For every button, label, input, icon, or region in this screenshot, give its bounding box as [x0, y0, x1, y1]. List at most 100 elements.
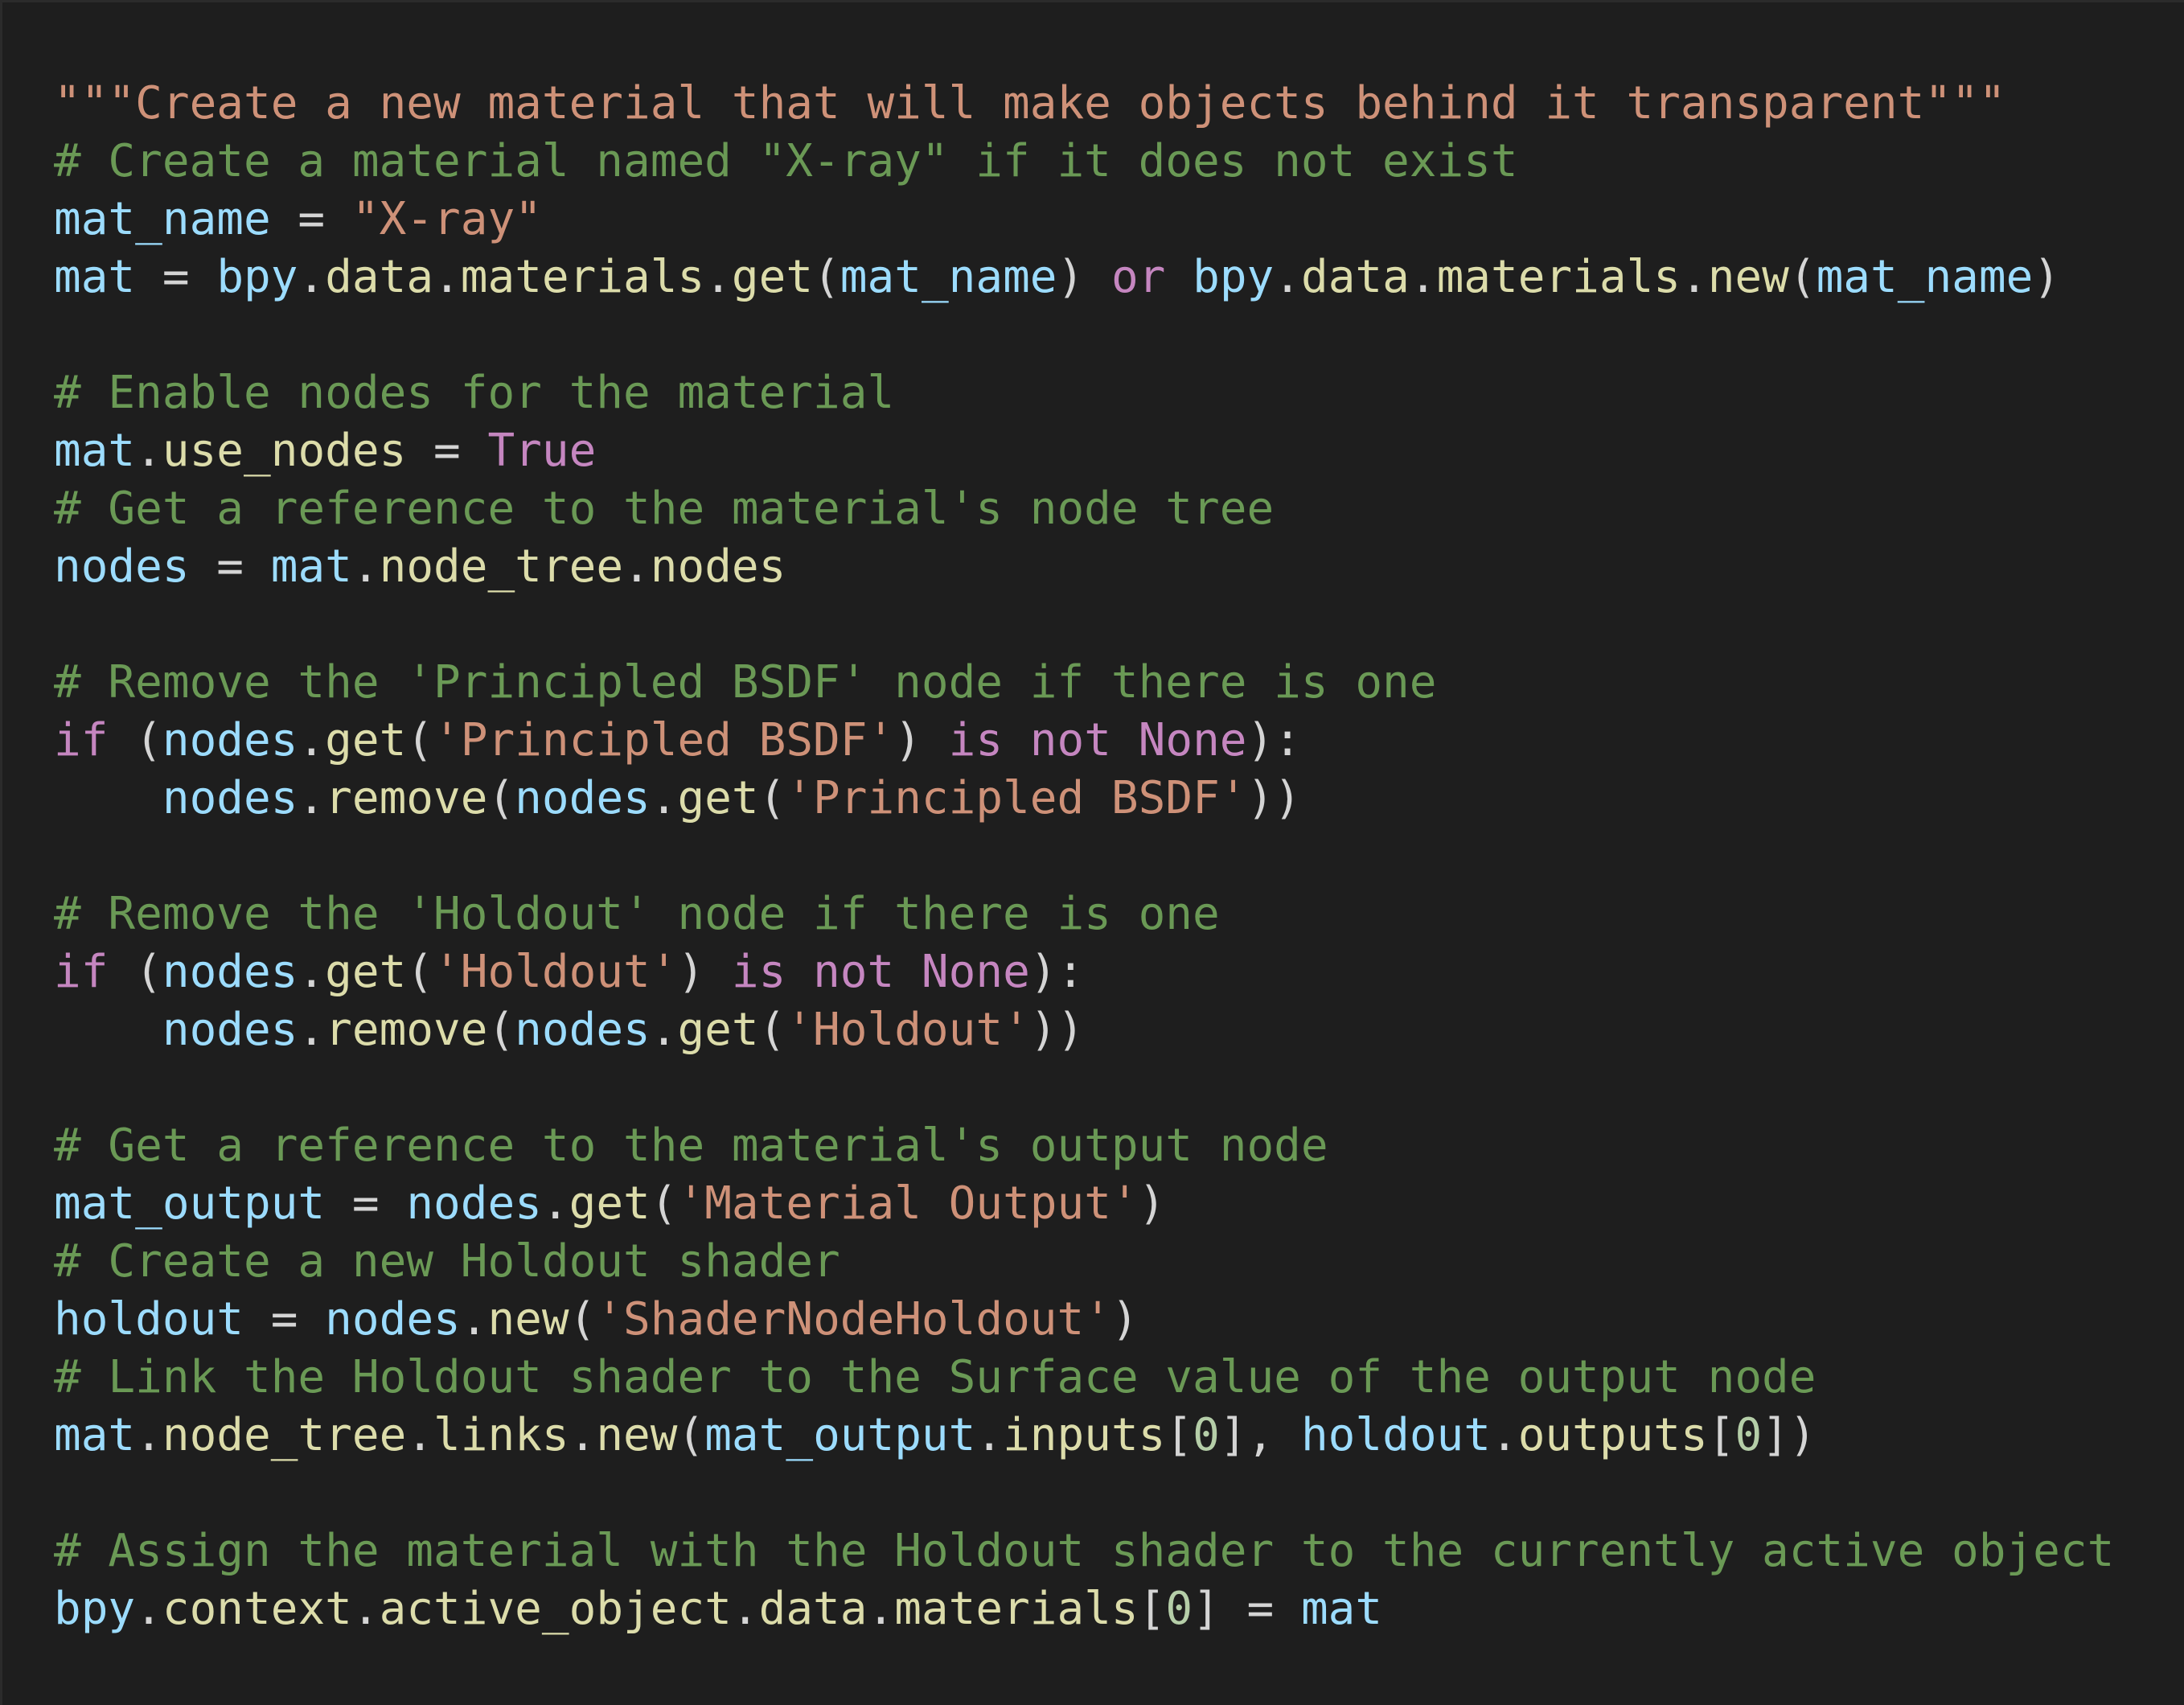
code-token: # Get a reference to the material's node… — [54, 483, 1275, 535]
code-token: ( — [758, 1004, 786, 1056]
code-token: 0 — [1165, 1583, 1193, 1635]
code-token: materials — [894, 1583, 1139, 1635]
code-token: new — [487, 1293, 569, 1346]
code-token: new — [1707, 251, 1789, 303]
code-token: = — [244, 1293, 326, 1346]
code-token: new — [596, 1409, 678, 1461]
code-line-14: ​ — [54, 828, 2114, 885]
code-line-8: # Get a reference to the material's node… — [54, 480, 2114, 538]
code-line-24: mat.node_tree.links.new(mat_output.input… — [54, 1407, 2114, 1465]
code-token: . — [650, 1004, 678, 1056]
code-token: remove — [325, 772, 488, 824]
code-token: ( — [650, 1177, 678, 1230]
code-token: data — [758, 1583, 868, 1635]
code-token: . — [460, 1293, 488, 1346]
code-token: 'Holdout' — [786, 1004, 1030, 1056]
code-token: ( — [677, 1409, 705, 1461]
code-token: ( — [108, 946, 162, 998]
code-token: get — [677, 772, 759, 824]
code-token: . — [650, 772, 678, 824]
code-token: ( — [487, 772, 515, 824]
code-token: nodes — [162, 772, 298, 824]
code-token: ( — [758, 772, 786, 824]
code-line-25: ​ — [54, 1465, 2114, 1522]
code-token: remove — [325, 1004, 488, 1056]
code-token: ( — [108, 714, 162, 766]
code-token: . — [1409, 251, 1437, 303]
code-token: nodes — [325, 1293, 461, 1346]
code-token: ): — [1246, 714, 1301, 766]
code-token: nodes — [54, 540, 190, 593]
code-token: 'Principled BSDF' — [433, 714, 895, 766]
code-token: )) — [1246, 772, 1301, 824]
code-token: nodes — [162, 1004, 298, 1056]
code-token: """Create a new material that will make … — [54, 77, 2006, 129]
code-line-16: if (nodes.get('Holdout') is not None): — [54, 943, 2114, 1001]
code-line-13: nodes.remove(nodes.get('Principled BSDF'… — [54, 770, 2114, 828]
code-token: )) — [1029, 1004, 1085, 1056]
code-line-3: mat_name = "X-ray" — [54, 191, 2114, 249]
code-token: "X-ray" — [351, 193, 542, 245]
code-token: . — [135, 1583, 162, 1635]
code-token: # Remove the 'Holdout' node if there is … — [54, 888, 1220, 940]
code-token: if — [54, 946, 109, 998]
code-token: . — [975, 1409, 1004, 1461]
code-token: ]) — [1762, 1409, 1817, 1461]
code-token: bpy — [54, 1583, 136, 1635]
code-token: mat_name — [840, 251, 1057, 303]
code-token: ( — [1788, 251, 1817, 303]
code-token: get — [731, 251, 814, 303]
code-token: nodes — [650, 540, 786, 593]
code-line-7: mat.use_nodes = True — [54, 422, 2114, 480]
code-block[interactable]: """Create a new material that will make … — [54, 75, 2114, 1638]
code-token: 'Material Output' — [677, 1177, 1139, 1230]
code-token: . — [298, 714, 326, 766]
code-token: . — [541, 1177, 569, 1230]
code-token: nodes — [515, 1004, 651, 1056]
code-token: node_tree — [379, 540, 624, 593]
code-token: [ — [1165, 1409, 1193, 1461]
code-token: mat_output — [54, 1177, 326, 1230]
code-token: . — [1490, 1409, 1518, 1461]
code-token: nodes — [162, 714, 298, 766]
code-token: if — [54, 714, 109, 766]
code-token: True — [487, 425, 597, 477]
code-token: . — [867, 1583, 895, 1635]
code-token: holdout — [54, 1293, 244, 1346]
code-token: . — [406, 1409, 434, 1461]
code-token: inputs — [1003, 1409, 1166, 1461]
code-token: bpy — [1193, 251, 1275, 303]
code-token: nodes — [162, 946, 298, 998]
code-token: holdout — [1300, 1409, 1491, 1461]
code-token: get — [677, 1004, 759, 1056]
code-token: ( — [569, 1293, 597, 1346]
code-line-18: ​ — [54, 1059, 2114, 1117]
code-token: # Create a material named "X-ray" if it … — [54, 135, 1518, 187]
code-token: . — [298, 1004, 326, 1056]
code-token: # Create a new Holdout shader — [54, 1235, 840, 1288]
code-token: node_tree — [162, 1409, 407, 1461]
code-line-9: nodes = mat.node_tree.nodes — [54, 538, 2114, 596]
code-line-17: nodes.remove(nodes.get('Holdout')) — [54, 1001, 2114, 1059]
code-line-2: # Create a material named "X-ray" if it … — [54, 133, 2114, 191]
code-line-11: # Remove the 'Principled BSDF' node if t… — [54, 654, 2114, 712]
code-token: 0 — [1193, 1409, 1220, 1461]
code-token: nodes — [406, 1177, 542, 1230]
code-editor: """Create a new material that will make … — [0, 0, 2184, 1705]
code-token: ) — [1110, 1293, 1139, 1346]
code-token: mat — [1300, 1583, 1383, 1635]
code-token: ): — [1029, 946, 1085, 998]
code-token: [ — [1138, 1583, 1166, 1635]
code-line-27: bpy.context.active_object.data.materials… — [54, 1580, 2114, 1638]
code-token: 0 — [1734, 1409, 1763, 1461]
code-token: 'Principled BSDF' — [786, 772, 1247, 824]
code-token: mat — [54, 251, 136, 303]
code-token: ( — [813, 251, 840, 303]
code-line-22: holdout = nodes.new('ShaderNodeHoldout') — [54, 1291, 2114, 1349]
code-token: get — [325, 714, 407, 766]
code-token: active_object — [379, 1583, 732, 1635]
code-token: mat_output — [704, 1409, 976, 1461]
